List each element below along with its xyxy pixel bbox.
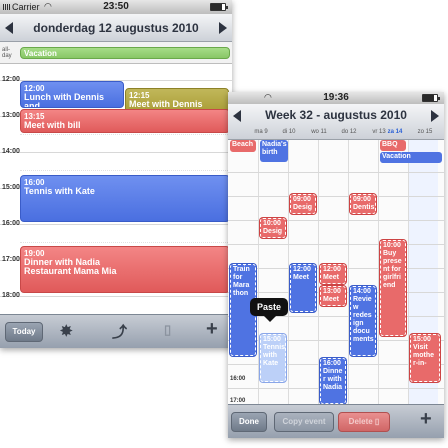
status-time: 23:50 — [103, 1, 129, 12]
trash-icon[interactable]: ▯ — [164, 322, 171, 338]
day-time-grid[interactable]: 12:00 13:00 14:00 15:00 16:00 17:00 18:0… — [0, 64, 232, 314]
day-header: zo 15 — [417, 129, 433, 135]
hour-line — [0, 296, 232, 297]
today-button[interactable]: Today — [5, 322, 43, 342]
all-day-label: all-day — [2, 47, 12, 59]
event-title: 10:00 Desig — [263, 220, 283, 235]
visit-mother-in-law-event[interactable]: 15:00 Visit mothe r-in- — [410, 334, 440, 382]
half-hour-line — [20, 242, 232, 243]
tennis-pasted-event[interactable]: 15:00 Tennis with Kate — [260, 334, 286, 382]
battery-icon — [422, 94, 440, 102]
design-event-2[interactable]: 10:00 Desig — [260, 218, 286, 238]
event-title: 14:00 Revie w redes ign docu ments — [353, 288, 374, 343]
add-event-icon[interactable]: + — [420, 408, 432, 431]
hour-label: 12:00 — [2, 76, 20, 83]
week-time-grid[interactable]: 15:00 16:00 17:00 Beach Nadia's birth BB… — [228, 140, 444, 404]
trash-icon: ▯ — [374, 417, 380, 426]
share-icon[interactable]: ⤴ — [112, 321, 127, 342]
event-title: Meet with Dennis — [129, 99, 203, 109]
event-title: Train for Mara thon — [233, 266, 250, 297]
status-bar: Carrier ◠ 23:50 — [0, 0, 232, 14]
event-title: 09:00 Desig — [293, 196, 313, 211]
week-title-bar: Week 32 - augustus 2010 ma 9 di 10 wo 11… — [228, 104, 444, 140]
screenshot-stage: Carrier ◠ 23:50 donderdag 12 augustus 20… — [0, 0, 448, 448]
day-toolbar: Today ✸ ⤴ ▯ + — [0, 314, 232, 348]
day-view-phone: Carrier ◠ 23:50 donderdag 12 augustus 20… — [0, 0, 232, 348]
hour-line — [228, 316, 444, 317]
week-title: Week 32 - augustus 2010 — [265, 108, 407, 122]
status-bar: ◠ 19:36 — [228, 92, 444, 104]
day-header-today: za 14 — [387, 129, 403, 135]
day-header: di 10 — [282, 129, 296, 135]
add-event-icon[interactable]: + — [206, 318, 218, 341]
half-hour-line — [20, 170, 232, 171]
event-title: Beach — [232, 141, 254, 148]
buy-present-event[interactable]: 10:00 Buy prese nt for girlfri end — [380, 240, 406, 336]
event-title: BBQ — [382, 141, 398, 148]
event-title: Vacation — [382, 153, 411, 160]
meet-with-bill-event[interactable]: 13:15 Meet with bill — [20, 109, 230, 133]
hour-label: 17:00 — [2, 256, 20, 263]
event-title: 16:00 Dinne r with Nadia — [323, 360, 343, 391]
vacation-event-title: Vacation — [24, 49, 57, 58]
hour-line — [0, 224, 232, 225]
hour-line — [228, 244, 444, 245]
gear-icon[interactable]: ✸ — [60, 322, 73, 340]
day-header: wo 11 — [311, 129, 327, 135]
event-title: Meet with bill — [24, 120, 81, 130]
dinner-with-nadia-event[interactable]: 16:00 Dinne r with Nadia — [320, 358, 346, 404]
delete-button-label: Delete — [348, 417, 373, 426]
next-day-arrow-icon[interactable] — [219, 22, 227, 34]
event-title: 12:00 Meet — [323, 266, 341, 281]
event-title: Lunch with Dennis and — [24, 92, 104, 108]
half-hour-line — [20, 134, 232, 135]
event-title: 12:00 Meet — [293, 266, 311, 281]
review-redesign-event[interactable]: 14:00 Revie w redes ign docu ments — [350, 286, 376, 356]
vacation-event[interactable]: Vacation — [380, 152, 442, 163]
meet-event[interactable]: 12:00 Meet — [290, 264, 316, 312]
event-title: 09:00 Dentis — [353, 196, 375, 211]
design-event[interactable]: 09:00 Desig — [290, 194, 316, 214]
delete-button[interactable]: Delete ▯ — [338, 412, 390, 432]
meet-event-2[interactable]: 12:00 Meet — [320, 264, 346, 284]
copy-event-button[interactable]: Copy event — [274, 412, 334, 432]
event-title: 13:00 Meet — [323, 288, 341, 303]
event-title: Tennis with Kate — [24, 186, 95, 196]
week-view-phone: ◠ 19:36 Week 32 - augustus 2010 ma 9 di … — [228, 92, 444, 438]
nadia-birthday-event[interactable]: Nadia's birth — [260, 140, 288, 162]
next-week-arrow-icon[interactable] — [431, 110, 439, 122]
day-title-bar: donderdag 12 augustus 2010 — [0, 14, 232, 42]
tennis-with-kate-event[interactable]: 16:00 Tennis with Kate — [20, 175, 230, 222]
dentist-event[interactable]: 09:00 Dentis — [350, 194, 376, 214]
status-time: 19:36 — [323, 92, 349, 103]
lunch-with-dennis-event[interactable]: 12:00 Lunch with Dennis and — [20, 81, 124, 108]
all-day-row: all-day Vacation — [0, 42, 232, 64]
dinner-with-nadia-event[interactable]: 19:00 Dinner with Nadia Restaurant Mama … — [20, 246, 230, 293]
event-title: 15:00 Visit mothe r-in- — [413, 336, 434, 367]
paste-button[interactable]: Paste — [250, 298, 289, 322]
day-header: do 12 — [341, 129, 357, 135]
meet-event-3[interactable]: 13:00 Meet — [320, 286, 346, 306]
event-location: Restaurant Mama Mia — [24, 266, 117, 276]
hour-line — [228, 172, 444, 173]
hour-line — [0, 152, 232, 153]
hour-label: 16:00 — [230, 376, 246, 382]
event-title: 10:00 Buy prese nt for girlfri end — [383, 242, 402, 289]
done-button[interactable]: Done — [231, 412, 267, 432]
hour-label: 14:00 — [2, 148, 20, 155]
event-title: Nadia's birth — [262, 141, 287, 156]
hour-label: 18:00 — [2, 292, 20, 299]
event-title: 15:00 Tennis with Kate — [263, 336, 286, 367]
bbq-event[interactable]: BBQ — [380, 140, 406, 151]
day-title: donderdag 12 augustus 2010 — [33, 21, 199, 35]
day-header: ma 9 — [254, 129, 268, 135]
hour-label: 13:00 — [2, 112, 20, 119]
hour-label: 15:00 — [2, 184, 20, 191]
hour-line — [228, 196, 444, 197]
battery-icon — [210, 3, 228, 11]
vacation-event[interactable]: Vacation — [20, 47, 230, 59]
week-toolbar: Done Copy event Delete ▯ + — [228, 404, 444, 438]
hour-label: 16:00 — [2, 220, 20, 227]
beach-event[interactable]: Beach — [230, 140, 256, 152]
